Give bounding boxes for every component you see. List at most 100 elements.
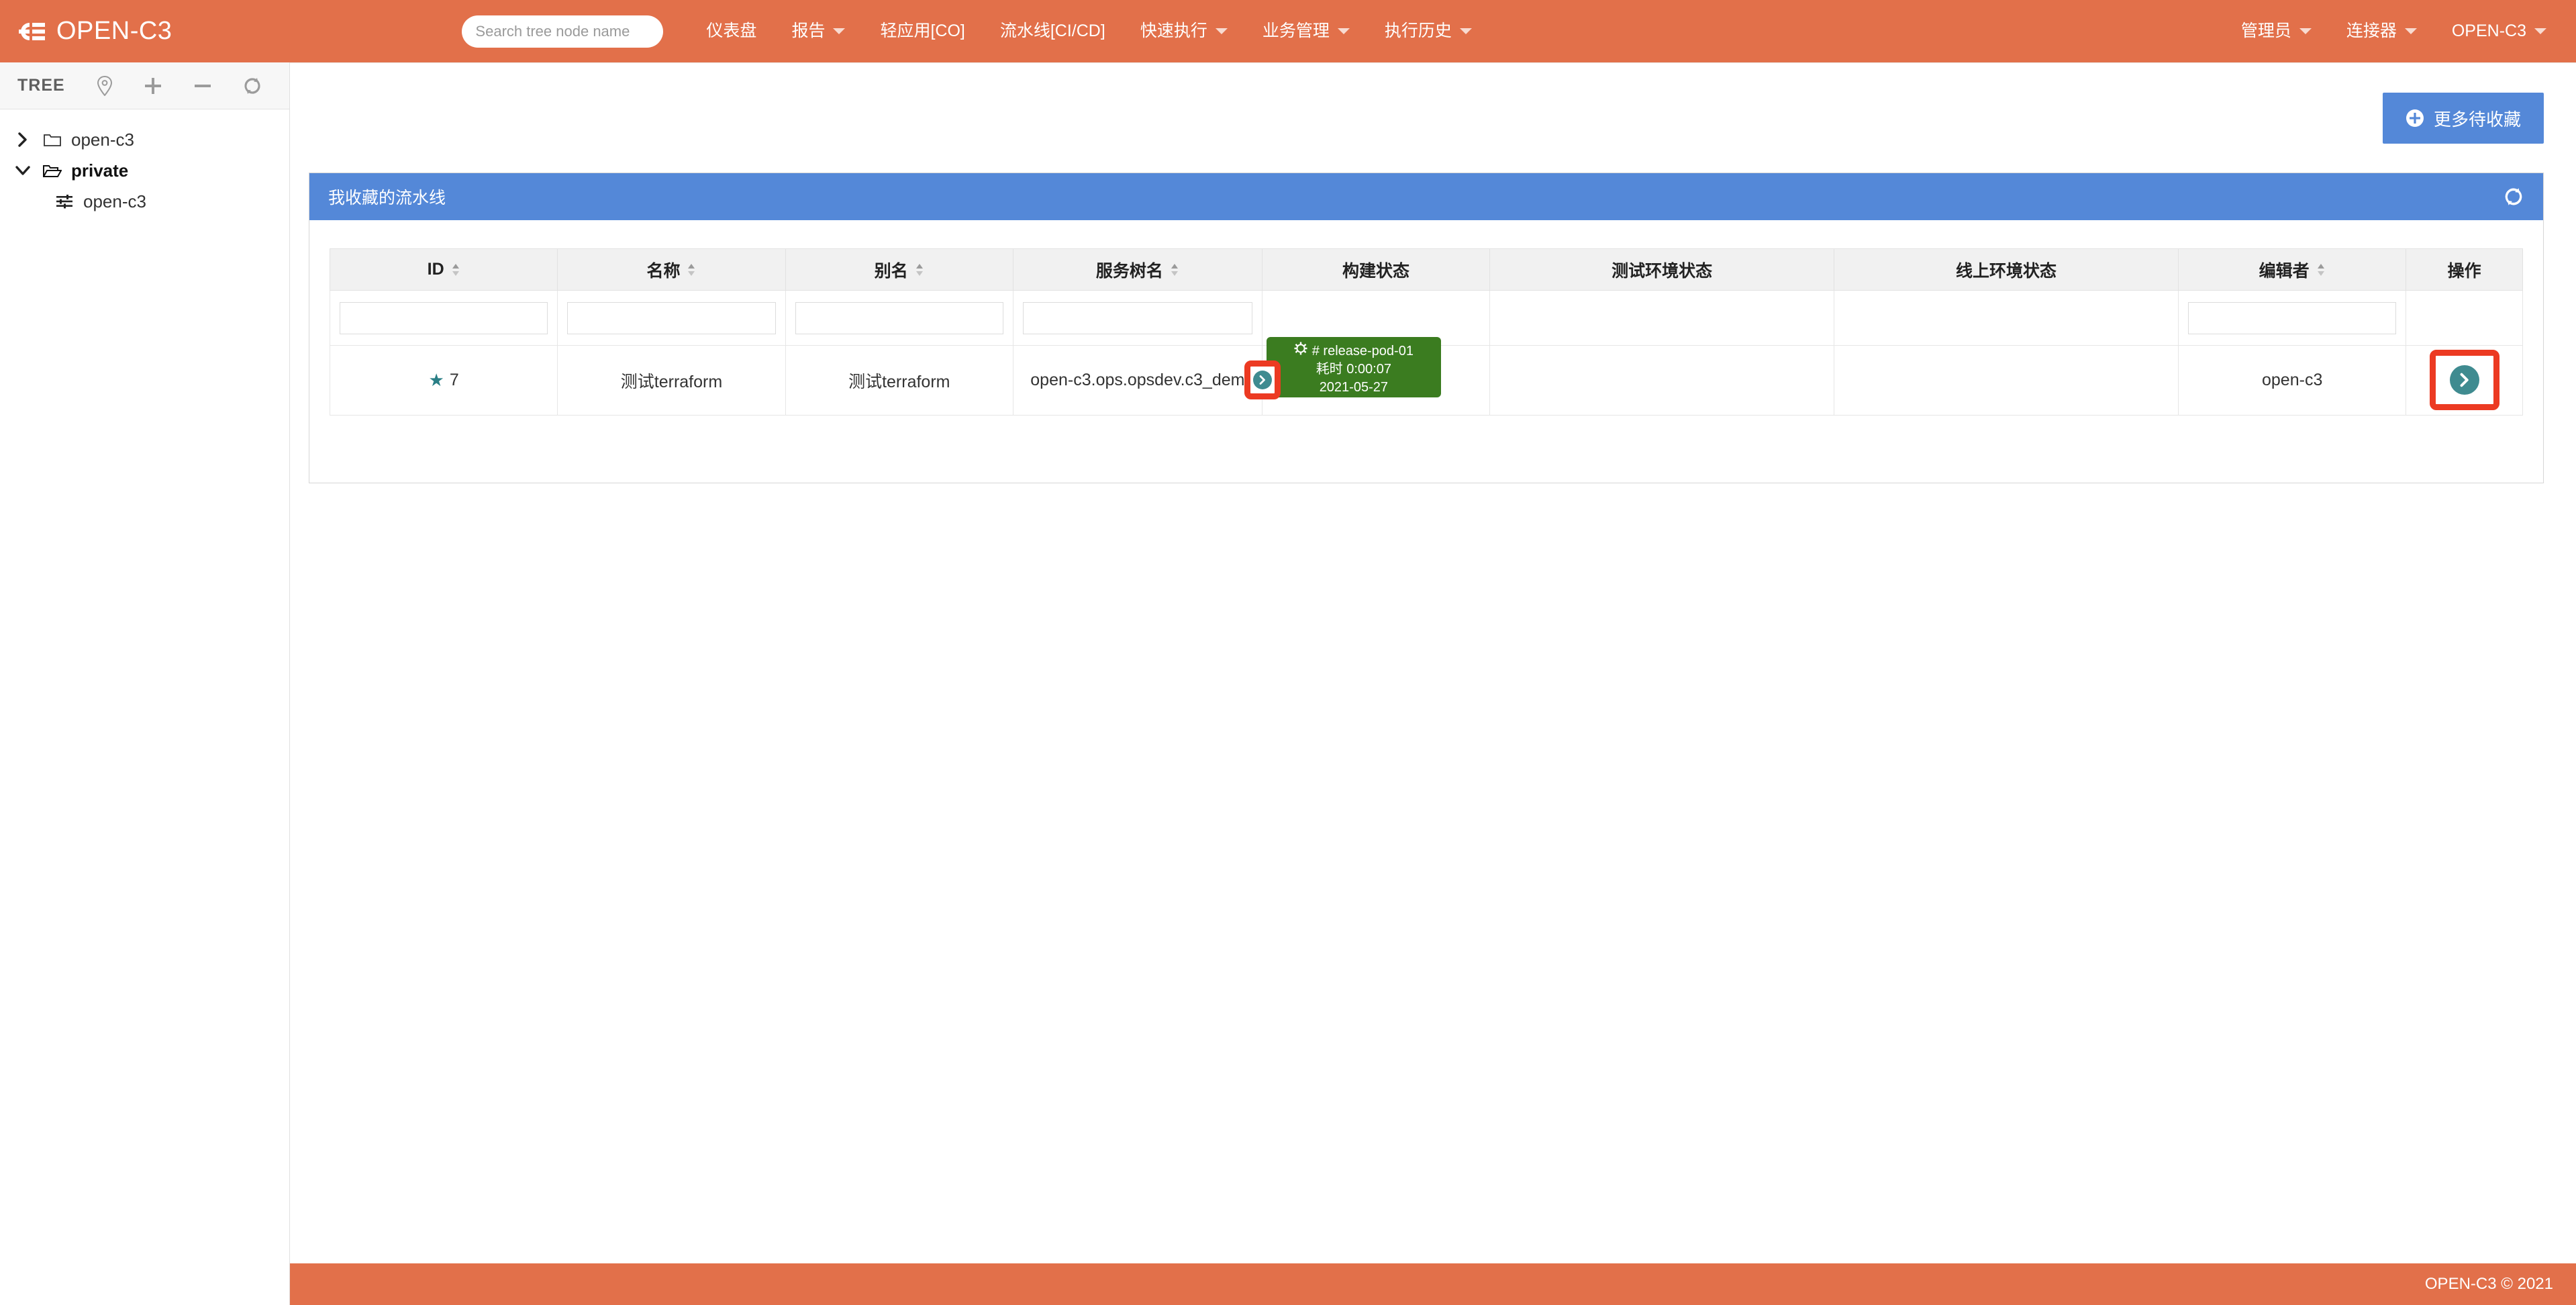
- filter-input-alias[interactable]: [795, 302, 1003, 334]
- chevron-down-icon: [2534, 28, 2546, 34]
- cell-name: 测试terraform: [558, 346, 785, 416]
- nav-item-label: 报告: [791, 0, 825, 62]
- table-row: ★ 7 测试terraform 测试terraform open-c3.ops.…: [330, 346, 2523, 416]
- filter-input-id[interactable]: [340, 302, 548, 334]
- locate-pin-icon[interactable]: [96, 76, 113, 96]
- chevron-down-icon: [833, 28, 845, 34]
- column-header-label: 构建状态: [1342, 262, 1409, 281]
- column-header-online-env-status: 线上环境状态: [1834, 249, 2179, 291]
- column-header-label: 测试环境状态: [1612, 262, 1712, 281]
- filter-cell-id: [330, 291, 558, 346]
- nav-item-pipeline[interactable]: 流水线[CI/CD]: [983, 0, 1123, 62]
- nav-item-label: 连接器: [2346, 0, 2397, 62]
- column-header-label: 编辑者: [2259, 258, 2310, 282]
- nav-item-admin[interactable]: 管理员: [2224, 0, 2329, 62]
- sidebar-tree-panel: TREE: [0, 62, 290, 1305]
- gear-icon: [1294, 342, 1307, 360]
- more-favorites-button[interactable]: 更多待收藏: [2383, 93, 2544, 144]
- more-favorites-row: 更多待收藏: [290, 63, 2576, 144]
- column-header-test-env-status: 测试环境状态: [1490, 249, 1834, 291]
- chevron-right-circle-icon[interactable]: [2450, 365, 2479, 395]
- build-status-duration: 耗时 0:00:07: [1267, 360, 1441, 379]
- table-header-row: ID 名称 别名 服务树名 构建状态 测试环境状态 线上环境状态 编辑者 操作: [330, 249, 2523, 291]
- nav-item-label: 业务管理: [1262, 0, 1330, 62]
- nav-item-user[interactable]: OPEN-C3: [2434, 0, 2564, 62]
- tree-header: TREE: [0, 62, 289, 109]
- column-header-label: 服务树名: [1096, 258, 1163, 282]
- chevron-right-circle-icon[interactable]: [1253, 371, 1272, 389]
- column-header-action: 操作: [2406, 249, 2523, 291]
- refresh-icon[interactable]: [242, 76, 262, 96]
- filter-cell-test-env-status: [1490, 291, 1834, 346]
- nav-item-run-history[interactable]: 执行历史: [1367, 0, 1489, 62]
- tree-body: open-c3 private: [0, 109, 289, 217]
- sort-icon: [1170, 262, 1179, 277]
- sort-icon: [915, 262, 924, 277]
- brand-title: OPEN-C3: [56, 17, 172, 46]
- remove-icon[interactable]: [193, 76, 213, 96]
- cell-alias: 测试terraform: [785, 346, 1013, 416]
- filter-input-name[interactable]: [567, 302, 775, 334]
- cell-id-value: 7: [450, 371, 459, 390]
- tree-node-open-c3-child[interactable]: open-c3: [0, 186, 289, 217]
- chevron-down-icon: [1338, 28, 1350, 34]
- cell-editor-value: open-c3: [2262, 371, 2322, 389]
- nav-item-label: 管理员: [2241, 0, 2291, 62]
- plus-circle-icon: [2406, 109, 2424, 128]
- cell-service-tree-name-value: open-c3.ops.opsdev.c3_dem: [1013, 371, 1262, 390]
- tree-node-private[interactable]: private: [0, 155, 289, 186]
- nav-item-report[interactable]: 报告: [774, 0, 862, 62]
- favorite-pipelines-table: ID 名称 别名 服务树名 构建状态 测试环境状态 线上环境状态 编辑者 操作: [330, 248, 2523, 416]
- panel-body: ID 名称 别名 服务树名 构建状态 测试环境状态 线上环境状态 编辑者 操作: [309, 220, 2543, 483]
- tree-node-open-c3[interactable]: open-c3: [0, 124, 289, 155]
- filter-cell-service-tree-name: [1013, 291, 1262, 346]
- column-header-id[interactable]: ID: [330, 249, 558, 291]
- column-header-label: 别名: [875, 258, 908, 282]
- footer-text: OPEN-C3 © 2021: [2425, 1275, 2553, 1294]
- tree-node-label: open-c3: [71, 130, 134, 150]
- nav-right-items: 管理员 连接器 OPEN-C3: [2224, 0, 2564, 62]
- column-header-label: ID: [428, 260, 444, 279]
- filter-cell-alias: [785, 291, 1013, 346]
- search-input[interactable]: [462, 15, 663, 48]
- column-header-label: 名称: [646, 258, 680, 282]
- chevron-down-icon: [2299, 28, 2312, 34]
- brand-logo-area[interactable]: OPEN-C3: [15, 17, 172, 46]
- filter-input-editor[interactable]: [2188, 302, 2396, 334]
- nav-item-dashboard[interactable]: 仪表盘: [689, 0, 774, 62]
- build-status-badge[interactable]: # release-pod-01 耗时 0:00:07 2021-05-27: [1267, 337, 1441, 397]
- tree-node-label: open-c3: [83, 191, 146, 212]
- chevron-right-icon[interactable]: [8, 132, 38, 147]
- refresh-icon[interactable]: [2503, 186, 2524, 207]
- nav-item-light-app[interactable]: 轻应用[CO]: [862, 0, 982, 62]
- more-favorites-label: 更多待收藏: [2434, 106, 2521, 131]
- favorite-star-icon[interactable]: ★: [429, 370, 444, 391]
- folder-closed-icon: [38, 132, 67, 147]
- cell-id: ★ 7: [330, 346, 558, 416]
- highlight-box-quick-action: [1244, 360, 1281, 399]
- filter-input-service-tree-name[interactable]: [1023, 302, 1252, 334]
- tree-node-label: private: [71, 160, 128, 181]
- highlight-box-action-button: [2430, 350, 2499, 410]
- nav-item-business-manage[interactable]: 业务管理: [1245, 0, 1367, 62]
- build-status-title: # release-pod-01: [1312, 342, 1414, 360]
- nav-item-label: 快速执行: [1140, 0, 1207, 62]
- column-header-label: 操作: [2448, 262, 2481, 281]
- nav-item-label: 仪表盘: [706, 0, 756, 62]
- add-icon[interactable]: [143, 76, 163, 96]
- folder-open-icon: [38, 163, 67, 178]
- column-header-service-tree-name[interactable]: 服务树名: [1013, 249, 1262, 291]
- column-header-editor[interactable]: 编辑者: [2179, 249, 2406, 291]
- filter-cell-online-env-status: [1834, 291, 2179, 346]
- nav-item-quick-run[interactable]: 快速执行: [1123, 0, 1245, 62]
- cell-action: [2406, 346, 2523, 416]
- cell-name-value: 测试terraform: [621, 373, 722, 391]
- chevron-down-icon[interactable]: [8, 164, 38, 177]
- column-header-alias[interactable]: 别名: [785, 249, 1013, 291]
- nav-item-connector[interactable]: 连接器: [2329, 0, 2434, 62]
- tree-toolbar: [96, 76, 262, 96]
- cell-editor: open-c3: [2179, 346, 2406, 416]
- column-header-name[interactable]: 名称: [558, 249, 785, 291]
- cell-build-status: # release-pod-01 耗时 0:00:07 2021-05-27: [1262, 346, 1489, 416]
- nav-items: 仪表盘 报告 轻应用[CO] 流水线[CI/CD] 快速执行 业务管理 执行历史: [689, 0, 1489, 62]
